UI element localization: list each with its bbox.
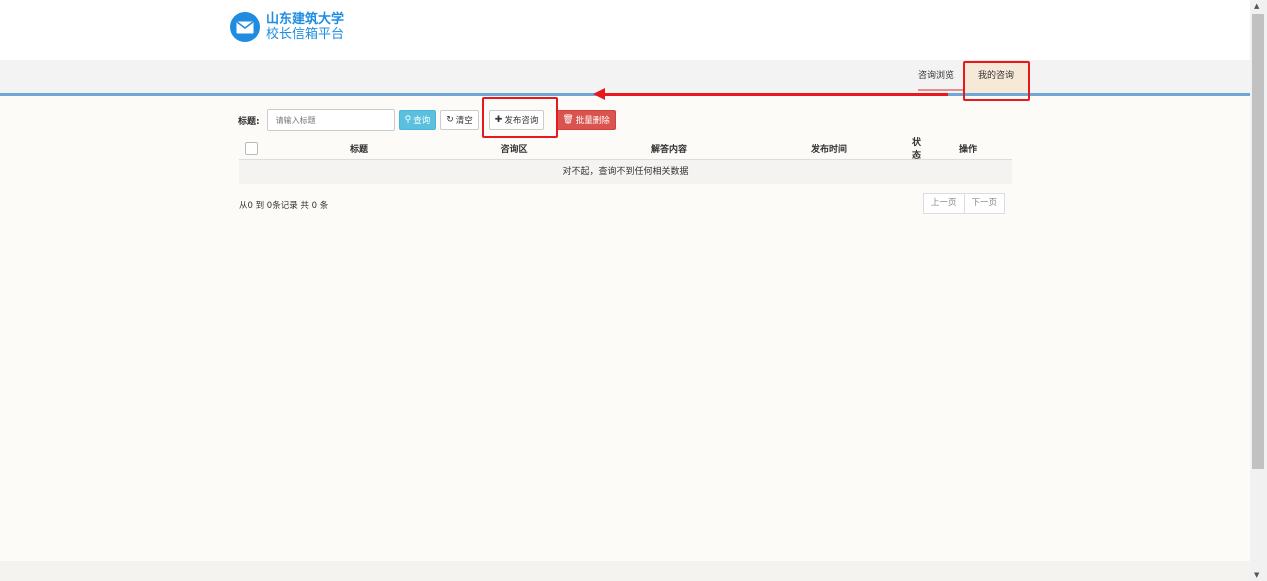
col-status: 状态 bbox=[911, 138, 921, 161]
pagination: 上一页 下一页 bbox=[923, 193, 1006, 214]
select-all-checkbox[interactable] bbox=[245, 141, 258, 155]
query-button[interactable]: ⚲ 查询 bbox=[398, 110, 437, 130]
col-title: 标题 bbox=[349, 144, 368, 155]
clear-button[interactable]: ↻ 清空 bbox=[440, 110, 479, 130]
empty-message: 对不起，查询不到任何相关数据 bbox=[239, 160, 1012, 184]
scroll-thumb[interactable] bbox=[1252, 14, 1264, 469]
annotation-arrow-head bbox=[593, 88, 605, 100]
scroll-down-arrow-icon[interactable]: ▼ bbox=[1254, 571, 1259, 579]
table-header: 标题 咨询区 解答内容 发布时间 状态 操作 bbox=[239, 137, 1012, 161]
scroll-up-arrow-icon[interactable]: ▲ bbox=[1254, 2, 1259, 10]
logo-subtitle: 校长信箱平台 bbox=[266, 27, 345, 42]
logo-title: 山东建筑大学 bbox=[266, 12, 345, 27]
trash-icon: 🗑 bbox=[562, 115, 574, 125]
refresh-icon: ↻ bbox=[446, 115, 454, 125]
annotation-arrow-line bbox=[604, 93, 948, 96]
next-page-button[interactable]: 下一页 bbox=[964, 193, 1006, 214]
title-search-input[interactable] bbox=[266, 109, 395, 131]
batch-delete-button[interactable]: 🗑 批量删除 bbox=[556, 110, 616, 130]
search-icon: ⚲ bbox=[404, 115, 412, 125]
site-header: 山东建筑大学 校长信箱平台 bbox=[0, 0, 1250, 61]
highlight-box-publish bbox=[482, 97, 558, 138]
consultation-table: 标题 咨询区 解答内容 发布时间 状态 操作 对不起，查询不到任何相关数据 bbox=[239, 137, 1012, 184]
site-logo[interactable]: 山东建筑大学 校长信箱平台 bbox=[230, 12, 344, 42]
col-time: 发布时间 bbox=[810, 144, 847, 155]
nav-browse[interactable]: 咨询浏览 bbox=[918, 60, 965, 93]
envelope-icon bbox=[230, 12, 260, 42]
vertical-scrollbar[interactable]: ▲ ▼ bbox=[1250, 0, 1267, 581]
col-area: 咨询区 bbox=[500, 144, 528, 155]
prev-page-button[interactable]: 上一页 bbox=[923, 193, 965, 214]
record-count: 从0 到 0条记录 共 0 条 bbox=[239, 201, 329, 211]
search-bar: 标题: ⚲查询 ↻清空 ✚发布咨询 🗑批量删除 bbox=[238, 109, 616, 131]
col-actions: 操作 bbox=[958, 144, 977, 155]
bottom-bar bbox=[0, 561, 1250, 581]
col-answer: 解答内容 bbox=[650, 144, 687, 155]
highlight-box-my-consultations bbox=[963, 61, 1030, 101]
title-label: 标题: bbox=[238, 116, 260, 127]
main-nav: 咨询浏览 我的咨询 bbox=[0, 60, 1250, 96]
